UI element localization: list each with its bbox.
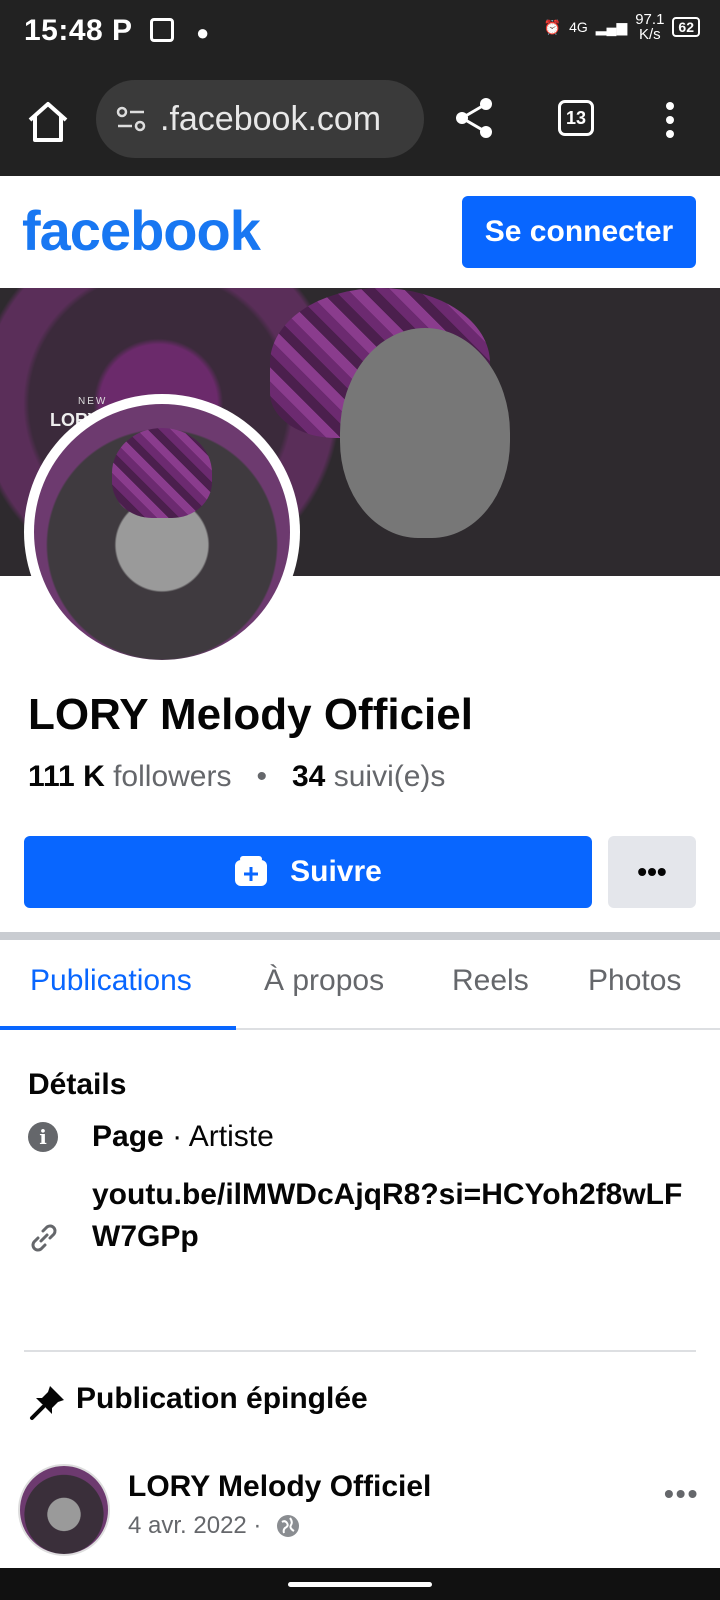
site-settings-icon[interactable] (114, 102, 148, 136)
overflow-menu-icon[interactable] (660, 100, 680, 140)
active-tab-indicator (0, 1026, 236, 1030)
section-divider (0, 932, 720, 940)
more-notifications-dot: ● (196, 20, 210, 45)
tab-publications[interactable]: Publications (30, 964, 192, 998)
tab-photos[interactable]: Photos (588, 964, 681, 998)
alarm-icon: ⏰ (543, 18, 562, 35)
network-type: 4G (569, 19, 588, 35)
status-bar: 15:48 P ● ⏰ 4G ▂▄▆ 97.1 K/s 62 (0, 0, 720, 70)
website-link[interactable]: youtu.be/ilMWDcAjqR8?si=HCYoh2f8wLFW7GPp (92, 1174, 702, 1258)
network-speed: 97.1 K/s (635, 12, 664, 42)
page-category: Page · Artiste (92, 1120, 274, 1154)
notification-p-icon: P (112, 14, 133, 47)
page-title: LORY Melody Officiel (28, 690, 473, 739)
more-options-button[interactable]: ••• (608, 836, 696, 908)
details-divider (24, 1350, 696, 1352)
follow-button[interactable]: Suivre (24, 836, 592, 908)
profile-picture[interactable] (24, 394, 300, 670)
system-nav-bar (0, 1568, 720, 1600)
tab-a-propos[interactable]: À propos (264, 964, 384, 998)
category-label: · Artiste (172, 1120, 274, 1153)
post-author-name[interactable]: LORY Melody Officiel (128, 1470, 431, 1504)
network-speed-unit: K/s (638, 26, 661, 43)
facebook-header: facebook Se connecter (0, 176, 720, 288)
url-text[interactable]: .facebook.com (160, 100, 381, 139)
signal-icon: ▂▄▆ (595, 18, 628, 35)
follow-label: Suivre (290, 855, 382, 888)
post-author-avatar[interactable] (18, 1464, 110, 1556)
following-label[interactable]: suivi(e)s (334, 760, 446, 793)
browser-toolbar: .facebook.com 13 (0, 70, 720, 176)
followers-count[interactable]: 111 K (28, 760, 105, 793)
follower-stats: 111 K followers • 34 suivi(e)s (28, 760, 445, 794)
info-icon: i (28, 1122, 58, 1152)
stats-separator: • (239, 760, 284, 793)
home-indicator[interactable] (288, 1582, 432, 1587)
share-icon[interactable] (452, 96, 496, 140)
cover-portrait (340, 328, 510, 538)
battery-icon: 62 (672, 17, 700, 37)
profile-headwrap (112, 428, 212, 518)
post-options-button[interactable]: ••• (664, 1478, 699, 1510)
cover-text-new: NEW (78, 396, 108, 407)
facebook-logo[interactable]: facebook (22, 198, 261, 263)
details-heading: Détails (28, 1068, 127, 1101)
pin-icon (30, 1386, 64, 1420)
address-bar[interactable]: .facebook.com (96, 80, 424, 158)
tab-switcher-button[interactable]: 13 (558, 100, 594, 136)
follow-icon (235, 856, 268, 886)
home-icon[interactable] (24, 98, 72, 146)
profile-tabs: Publications À propos Reels Photos (0, 940, 720, 1030)
globe-icon (277, 1515, 299, 1537)
app-notification-icon (150, 18, 174, 42)
post-date[interactable]: 4 avr. 2022 · (128, 1512, 261, 1540)
link-icon (31, 1224, 57, 1252)
status-icons: ⏰ 4G ▂▄▆ 97.1 K/s 62 (544, 12, 700, 42)
following-count[interactable]: 34 (292, 760, 325, 793)
page-label: Page (92, 1120, 164, 1153)
followers-label[interactable]: followers (113, 760, 231, 793)
tab-reels[interactable]: Reels (452, 964, 529, 998)
pinned-post-heading: Publication épinglée (76, 1382, 368, 1415)
login-button[interactable]: Se connecter (462, 196, 696, 268)
clock: 15:48 (24, 14, 104, 47)
profile-picture-image (34, 404, 290, 660)
